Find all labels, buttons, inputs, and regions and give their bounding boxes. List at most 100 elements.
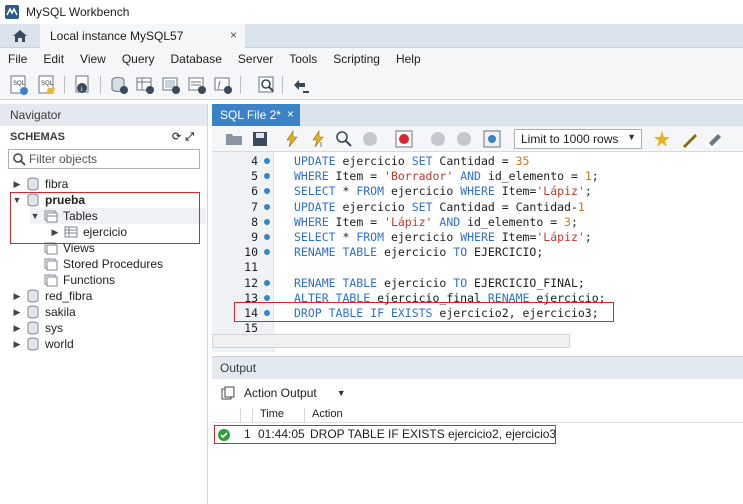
autocommit-icon[interactable] — [482, 129, 502, 149]
output-selector[interactable]: Action Output ▼ — [212, 383, 346, 403]
column-divider — [240, 408, 241, 422]
menu-file[interactable]: File — [0, 52, 35, 66]
save-icon[interactable] — [250, 129, 270, 149]
open-sql-script-icon[interactable]: SQL — [36, 74, 58, 96]
statement-marker-icon[interactable] — [264, 294, 270, 301]
expand-arrow-icon[interactable]: ▶ — [12, 179, 22, 190]
statement-marker-icon[interactable] — [264, 218, 270, 225]
svg-text:SQL: SQL — [13, 81, 26, 87]
menu-query[interactable]: Query — [114, 52, 163, 66]
execute-icon[interactable] — [282, 129, 302, 149]
code-line[interactable]: 4 UPDATE ejercicio SET Cantidad = 35 — [212, 154, 743, 169]
code-token: UPDATE — [294, 154, 343, 168]
code-token: * — [342, 230, 357, 244]
expand-arrow-icon[interactable]: ▶ — [12, 339, 22, 350]
sql-file-tab[interactable]: SQL File 2* × — [212, 104, 300, 126]
code-line[interactable]: 5 WHERE Item = 'Borrador' AND id_elemento… — [212, 169, 743, 184]
expand-arrow-icon[interactable]: ▶ — [12, 323, 22, 334]
menu-scripting[interactable]: Scripting — [325, 52, 388, 66]
statement-marker-icon[interactable] — [264, 234, 270, 240]
column-header-time[interactable]: Time — [260, 408, 284, 420]
statement-marker-icon[interactable] — [264, 188, 270, 195]
code-text: WHERE Item = 'Lápiz' AND id_elemento = 3… — [294, 215, 578, 229]
code-line[interactable]: 11 — [212, 260, 743, 275]
tree-item-fibra[interactable]: ▶ fibra — [12, 176, 69, 192]
code-line[interactable]: 10 RENAME TABLE ejercicio TO EJERCICIO; — [212, 245, 743, 260]
new-sql-tab-icon[interactable]: SQL — [8, 74, 30, 96]
svg-text:SQL: SQL — [41, 81, 54, 87]
inspector-icon[interactable]: i — [72, 74, 94, 96]
tree-item-sys[interactable]: ▶ sys — [12, 320, 63, 336]
filter-box[interactable] — [8, 149, 200, 169]
menu-server[interactable]: Server — [230, 52, 281, 66]
code-line[interactable]: 9 SELECT * FROM ejercicio WHERE Item='Láp… — [212, 230, 743, 245]
code-token: AND — [432, 214, 468, 229]
expand-icon[interactable]: ⤢ — [185, 131, 198, 143]
add-snippet-icon[interactable] — [652, 129, 672, 149]
sql-file-tab-label: SQL File 2* — [220, 108, 281, 122]
tree-item-red-fibra[interactable]: ▶ red_fibra — [12, 288, 93, 304]
open-file-icon[interactable] — [224, 129, 244, 149]
statement-marker-icon[interactable] — [264, 279, 270, 286]
statement-marker-icon[interactable] — [264, 203, 270, 210]
create-view-icon[interactable] — [160, 74, 182, 96]
code-token: ejercicio — [384, 245, 454, 260]
create-function-icon[interactable]: f — [212, 74, 234, 96]
toggle-error-continue-icon[interactable] — [394, 129, 414, 149]
code-token: WHERE — [460, 230, 502, 244]
code-line[interactable]: 8 WHERE Item = 'Lápiz' AND id_elemento = … — [212, 215, 743, 230]
code-token: TO — [453, 245, 475, 260]
chevron-down-icon: ▼ — [336, 388, 346, 398]
editor-horizontal-scrollbar[interactable] — [212, 334, 570, 348]
create-procedure-icon[interactable] — [186, 74, 208, 96]
tree-item-world[interactable]: ▶ world — [12, 336, 74, 352]
stop-icon[interactable] — [360, 129, 380, 149]
copy-icon[interactable] — [220, 385, 236, 401]
create-schema-icon[interactable] — [108, 74, 130, 96]
close-icon[interactable]: × — [230, 28, 237, 42]
menu-help[interactable]: Help — [388, 52, 429, 66]
code-token: SET — [411, 199, 440, 214]
column-header-action[interactable]: Action — [312, 408, 343, 420]
code-line[interactable]: 7 UPDATE ejercicio SET Cantidad = Cantida… — [212, 200, 743, 215]
refresh-icon[interactable]: ⟳ — [172, 131, 185, 143]
statement-marker-icon[interactable] — [264, 158, 270, 164]
editor-toolbar: I Limit to 1000 rows ▼ — [212, 126, 743, 152]
menu-tools[interactable]: Tools — [281, 52, 325, 66]
beautify-icon[interactable] — [680, 129, 700, 149]
execute-current-icon[interactable]: I — [308, 129, 328, 149]
code-line[interactable]: 6 SELECT * FROM ejercicio WHERE Item='Láp… — [212, 184, 743, 199]
reconnect-icon[interactable] — [290, 74, 312, 96]
tree-item-functions[interactable]: Functions — [44, 272, 115, 288]
explain-icon[interactable] — [334, 129, 354, 149]
search-table-data-icon[interactable] — [256, 74, 278, 96]
tree-item-sakila[interactable]: ▶ sakila — [12, 304, 76, 320]
database-icon — [27, 321, 39, 335]
connection-tab[interactable]: Local instance MySQL57 × — [40, 24, 245, 48]
sql-editor[interactable]: 4 UPDATE ejercicio SET Cantidad = 35 5 WHER… — [212, 152, 743, 352]
database-icon — [27, 289, 39, 303]
menu-edit[interactable]: Edit — [35, 52, 72, 66]
expand-arrow-icon[interactable]: ▶ — [12, 291, 22, 302]
expand-arrow-icon[interactable]: ▶ — [12, 307, 22, 318]
tree-item-stored-procedures[interactable]: Stored Procedures — [44, 256, 163, 272]
statement-marker-icon[interactable] — [264, 249, 270, 256]
menu-database[interactable]: Database — [163, 52, 230, 66]
find-replace-icon[interactable] — [706, 129, 726, 149]
database-icon — [27, 337, 39, 351]
menu-bar: File Edit View Query Database Server Too… — [0, 48, 743, 70]
navigator-panel: Navigator SCHEMAS ⟳⤢ ▶ fibra ▼ prueba ▼ … — [0, 104, 208, 504]
commit-icon[interactable] — [428, 129, 448, 149]
create-table-icon[interactable] — [134, 74, 156, 96]
rollback-icon[interactable] — [454, 129, 474, 149]
window-title: MySQL Workbench — [26, 5, 130, 19]
menu-view[interactable]: View — [72, 52, 114, 66]
close-icon[interactable]: × — [287, 107, 294, 121]
filter-input[interactable] — [29, 152, 189, 166]
home-tab[interactable] — [0, 24, 40, 48]
code-token: Cantidad = Cantidad- — [439, 199, 578, 214]
limit-rows-select[interactable]: Limit to 1000 rows ▼ — [514, 129, 642, 149]
highlight-box — [10, 192, 200, 244]
code-line[interactable]: 12 RENAME TABLE ejercicio TO EJERCICIO_FI… — [212, 276, 743, 291]
statement-marker-icon[interactable] — [264, 173, 270, 180]
